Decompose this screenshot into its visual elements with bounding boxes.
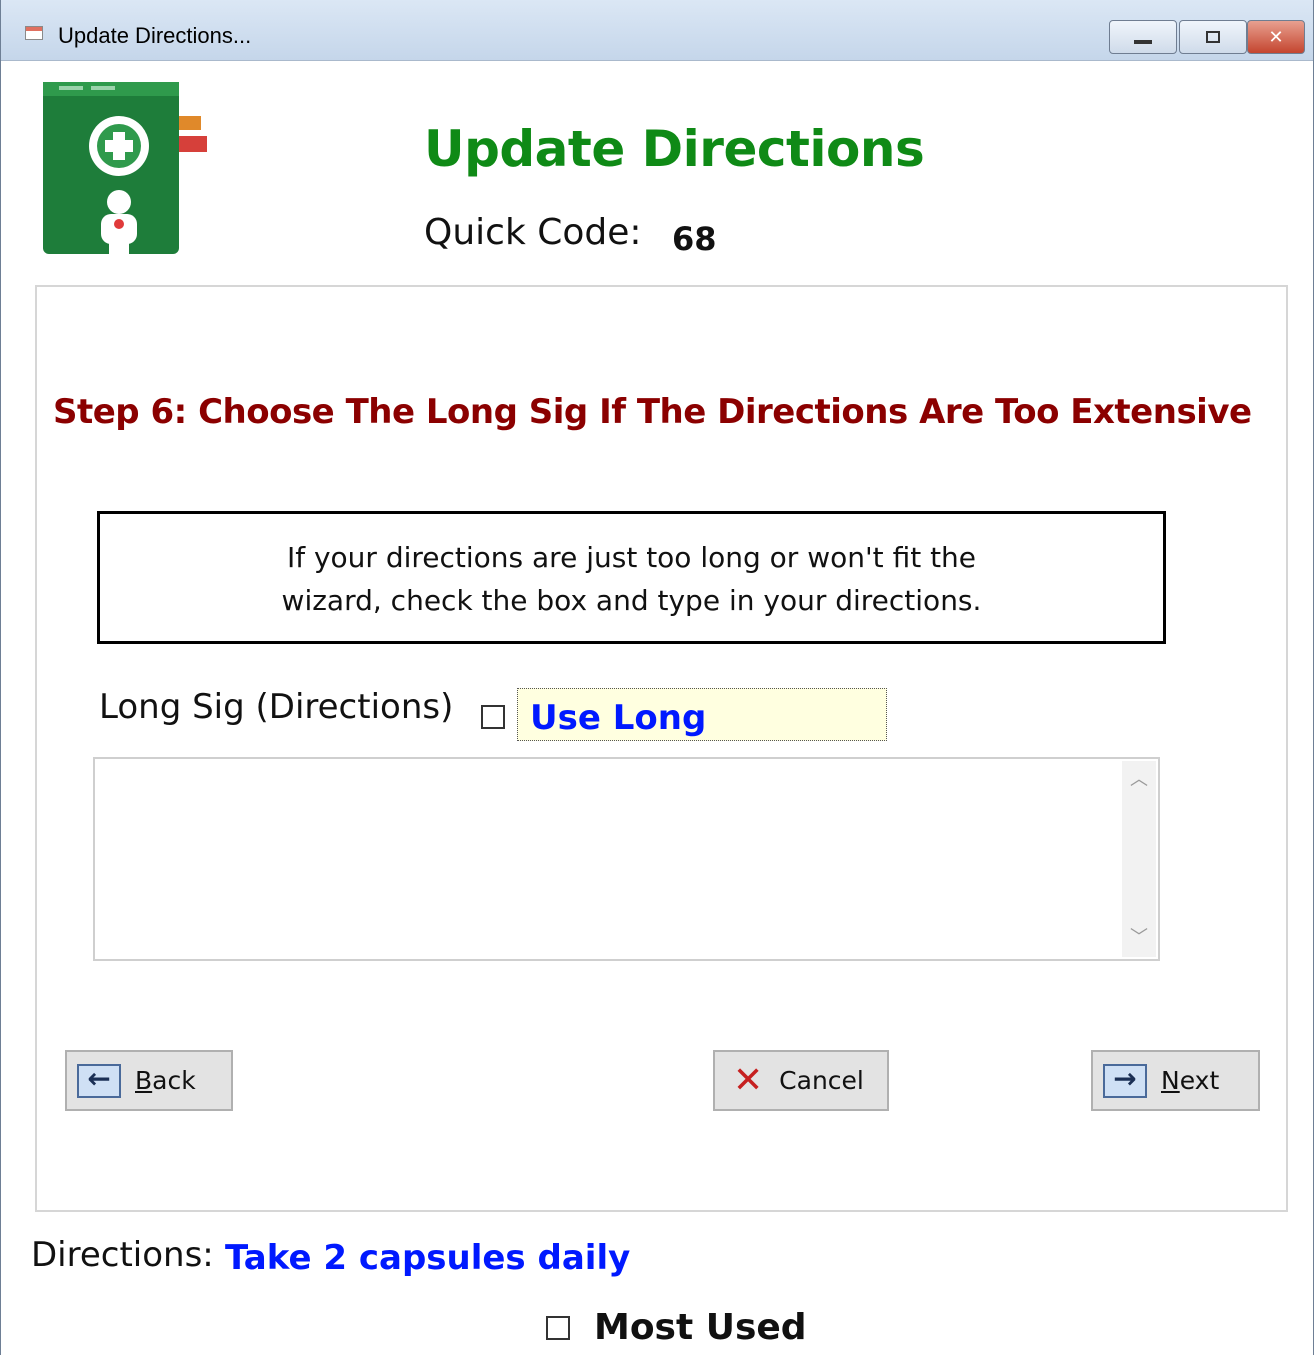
info-line-2: wizard, check the box and type in your d… xyxy=(281,584,982,617)
medical-book-icon xyxy=(43,82,207,254)
quick-code-value: 68 xyxy=(672,220,717,258)
cancel-button-label: Cancel xyxy=(779,1066,864,1095)
scroll-down-icon[interactable]: ﹀ xyxy=(1122,923,1156,953)
long-sig-label: Long Sig (Directions) xyxy=(99,687,454,727)
next-button-label: Next xyxy=(1161,1066,1220,1095)
most-used-label[interactable]: Most Used xyxy=(594,1307,807,1348)
directions-label: Directions: xyxy=(31,1235,214,1275)
textarea-scrollbar[interactable]: ︿ ﹀ xyxy=(1122,761,1156,957)
info-box: If your directions are just too long or … xyxy=(97,511,1166,644)
quick-code-label: Quick Code: xyxy=(424,212,642,253)
most-used-checkbox[interactable] xyxy=(546,1316,570,1340)
long-sig-textarea[interactable]: ︿ ﹀ xyxy=(93,757,1160,961)
next-arrow-icon: → xyxy=(1103,1062,1147,1098)
scroll-up-icon[interactable]: ︿ xyxy=(1122,765,1156,795)
directions-value: Take 2 capsules daily xyxy=(225,1238,631,1278)
next-button[interactable]: → Next xyxy=(1091,1050,1260,1111)
back-button-label: Back xyxy=(135,1066,196,1095)
window-title: Update Directions... xyxy=(58,23,252,48)
close-icon: ✕ xyxy=(1268,26,1284,48)
use-long-directions-checkbox[interactable] xyxy=(481,705,505,729)
maximize-icon xyxy=(1206,31,1220,43)
window-icon xyxy=(25,26,43,40)
minimize-button[interactable] xyxy=(1109,20,1177,54)
close-button[interactable]: ✕ xyxy=(1247,20,1305,54)
title-bar[interactable]: Update Directions... ✕ xyxy=(1,0,1313,61)
cancel-x-icon: ✕ xyxy=(733,1059,764,1101)
update-directions-window: Update Directions... ✕ Update Directions… xyxy=(0,0,1314,1355)
cancel-button[interactable]: ✕ Cancel xyxy=(713,1050,889,1111)
page-title: Update Directions xyxy=(424,120,925,178)
info-line-1: If your directions are just too long or … xyxy=(286,541,977,574)
back-arrow-icon: ← xyxy=(77,1062,121,1098)
back-button[interactable]: ← Back xyxy=(65,1050,233,1111)
maximize-button[interactable] xyxy=(1179,20,1247,54)
minimize-icon xyxy=(1134,40,1152,44)
use-long-directions-label[interactable]: Use Long Directions xyxy=(517,688,887,796)
step-heading: Step 6: Choose The Long Sig If The Direc… xyxy=(53,392,1252,432)
